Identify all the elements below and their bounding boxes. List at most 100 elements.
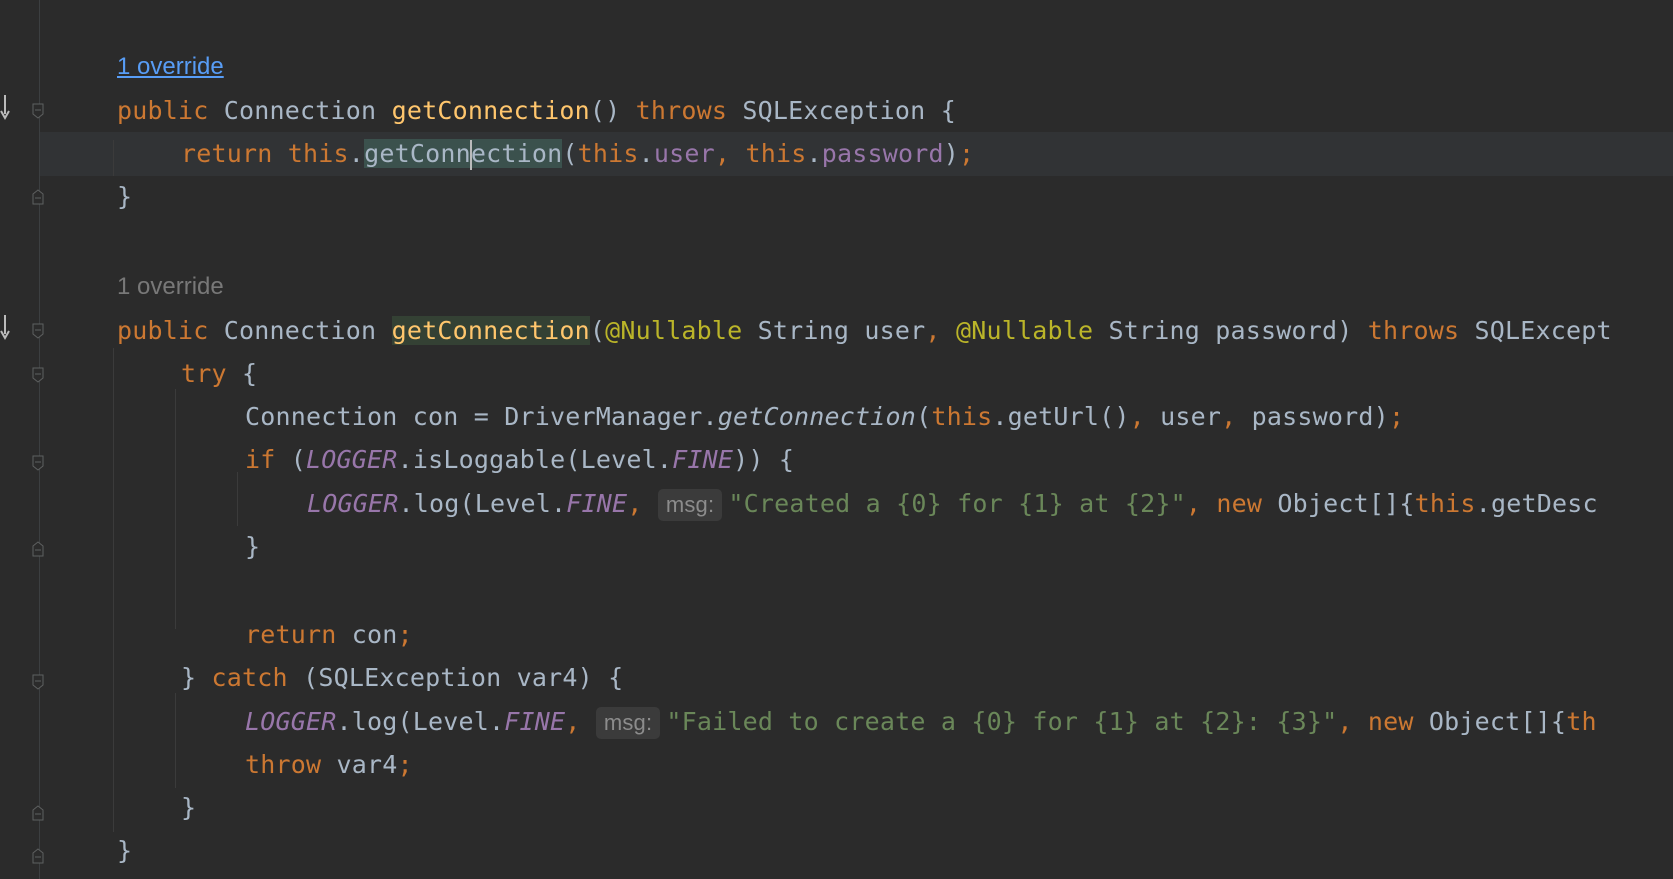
static-field: LOGGER bbox=[307, 489, 399, 518]
keyword: public bbox=[117, 96, 209, 125]
code-line[interactable]: LOGGER.log(Level.FINE, msg: "Created a {0… bbox=[307, 482, 1598, 526]
static-field: FINE bbox=[672, 445, 734, 474]
brace: { bbox=[940, 96, 956, 125]
indent-guide bbox=[113, 140, 114, 176]
keyword: return bbox=[245, 620, 337, 649]
code-line[interactable]: if (LOGGER.isLoggable(Level.FINE)) { bbox=[245, 438, 794, 482]
method-name: getConnection bbox=[391, 316, 590, 345]
method-call-part: getConn bbox=[364, 139, 471, 168]
brace: { bbox=[242, 359, 258, 388]
parameter: String password) bbox=[1108, 316, 1353, 345]
code-line[interactable]: return con; bbox=[245, 613, 413, 657]
fold-start-icon[interactable] bbox=[32, 103, 44, 119]
comma: , bbox=[1221, 402, 1237, 431]
paren: ( bbox=[589, 316, 606, 345]
override-hint-link[interactable]: 1 override bbox=[117, 52, 224, 82]
code-editor[interactable]: 1 override 1 override public Connection … bbox=[0, 0, 1673, 879]
brace: } bbox=[181, 663, 197, 692]
fold-start-icon[interactable] bbox=[32, 455, 44, 471]
dot: . bbox=[806, 139, 822, 168]
type-name: Connection bbox=[223, 316, 377, 345]
string-literal: "Created a {0} for {1} at {2}" bbox=[728, 489, 1186, 518]
code-line[interactable]: } bbox=[117, 175, 132, 219]
keyword: this bbox=[577, 139, 639, 168]
code-text: .isLoggable(Level. bbox=[397, 445, 673, 474]
keyword: this bbox=[287, 139, 349, 168]
code-line[interactable]: LOGGER.log(Level.FINE, msg: "Failed to cr… bbox=[245, 700, 1597, 744]
fold-start-icon[interactable] bbox=[32, 323, 44, 339]
code-text: .getDesc bbox=[1475, 489, 1598, 518]
method-name: getConnection bbox=[391, 96, 590, 125]
code-line[interactable]: throw var4; bbox=[245, 743, 413, 787]
parameter-hint: msg: bbox=[657, 489, 723, 521]
brace: } bbox=[117, 836, 133, 865]
static-field: LOGGER bbox=[306, 445, 398, 474]
semicolon: ; bbox=[397, 620, 413, 649]
code-text: con bbox=[336, 620, 398, 649]
indent-guide bbox=[237, 472, 238, 526]
paren: ( bbox=[562, 139, 578, 168]
code-line[interactable]: public Connection getConnection(@Nullabl… bbox=[117, 309, 1612, 353]
fold-start-icon[interactable] bbox=[32, 674, 44, 690]
comma: , bbox=[1129, 402, 1145, 431]
fold-end-icon[interactable] bbox=[32, 848, 44, 864]
method-call-highlighted: getConnection bbox=[364, 139, 563, 170]
code-text: .log(Level. bbox=[398, 489, 567, 518]
code-line[interactable]: try { bbox=[181, 352, 257, 396]
brace: } bbox=[117, 182, 133, 211]
annotation: @Nullable bbox=[955, 316, 1094, 345]
indent-guide bbox=[175, 389, 176, 629]
comma: , bbox=[925, 316, 941, 345]
code-text: Object[]{ bbox=[1413, 707, 1567, 736]
keyword: this bbox=[745, 139, 807, 168]
semicolon: ; bbox=[959, 139, 975, 168]
code-line[interactable]: } bbox=[245, 525, 260, 569]
annotation: @Nullable bbox=[605, 316, 743, 345]
fold-end-icon[interactable] bbox=[32, 541, 44, 557]
fold-start-icon[interactable] bbox=[32, 367, 44, 383]
code-text: Connection con = DriverManager. bbox=[245, 402, 718, 431]
type-name: Connection bbox=[223, 96, 377, 125]
code-text: .log(Level. bbox=[336, 707, 505, 736]
code-line-current[interactable]: return this.getConnection(this.user, thi… bbox=[181, 132, 974, 176]
code-line[interactable]: } catch (SQLException var4) { bbox=[181, 656, 623, 700]
code-text: password) bbox=[1236, 402, 1389, 431]
keyword: if bbox=[245, 445, 276, 474]
method-call-part: ection bbox=[470, 139, 563, 168]
semicolon: ; bbox=[1388, 402, 1405, 431]
comma: , bbox=[714, 139, 731, 168]
paren: ( bbox=[916, 402, 932, 431]
type-name: SQLExcept bbox=[1474, 316, 1612, 345]
override-arrow-icon[interactable] bbox=[0, 314, 12, 341]
brace: } bbox=[245, 532, 261, 561]
code-line[interactable]: } bbox=[181, 786, 196, 830]
override-arrow-icon[interactable] bbox=[0, 94, 12, 121]
comma: , bbox=[1337, 707, 1353, 736]
code-line[interactable]: Connection con = DriverManager.getConnec… bbox=[245, 395, 1404, 439]
paren: ( bbox=[290, 445, 307, 474]
brace: } bbox=[181, 793, 197, 822]
override-hint[interactable]: 1 override bbox=[117, 272, 224, 302]
indent-guide bbox=[113, 348, 114, 832]
code-text: Object[]{ bbox=[1262, 489, 1415, 518]
keyword: new bbox=[1367, 707, 1414, 736]
static-field: FINE bbox=[566, 489, 628, 518]
keyword: public bbox=[117, 316, 209, 345]
keyword: this bbox=[1414, 489, 1476, 518]
keyword: throws bbox=[1367, 316, 1460, 345]
field: password bbox=[821, 139, 944, 168]
paren: ) bbox=[943, 139, 959, 168]
dot: . bbox=[638, 139, 654, 168]
parameter: String user bbox=[757, 316, 926, 345]
comma: , bbox=[627, 489, 643, 518]
code-text: .getUrl() bbox=[992, 402, 1130, 431]
method-signature: () bbox=[589, 96, 621, 125]
static-call: getConnection bbox=[717, 402, 917, 431]
fold-end-icon[interactable] bbox=[32, 189, 44, 205]
code-line[interactable]: public Connection getConnection() throws… bbox=[117, 89, 956, 133]
code-text: )) { bbox=[733, 445, 795, 474]
keyword: throws bbox=[635, 96, 728, 125]
parameter-hint: msg: bbox=[595, 707, 661, 739]
code-line[interactable]: } bbox=[117, 829, 132, 873]
fold-end-icon[interactable] bbox=[32, 805, 44, 821]
